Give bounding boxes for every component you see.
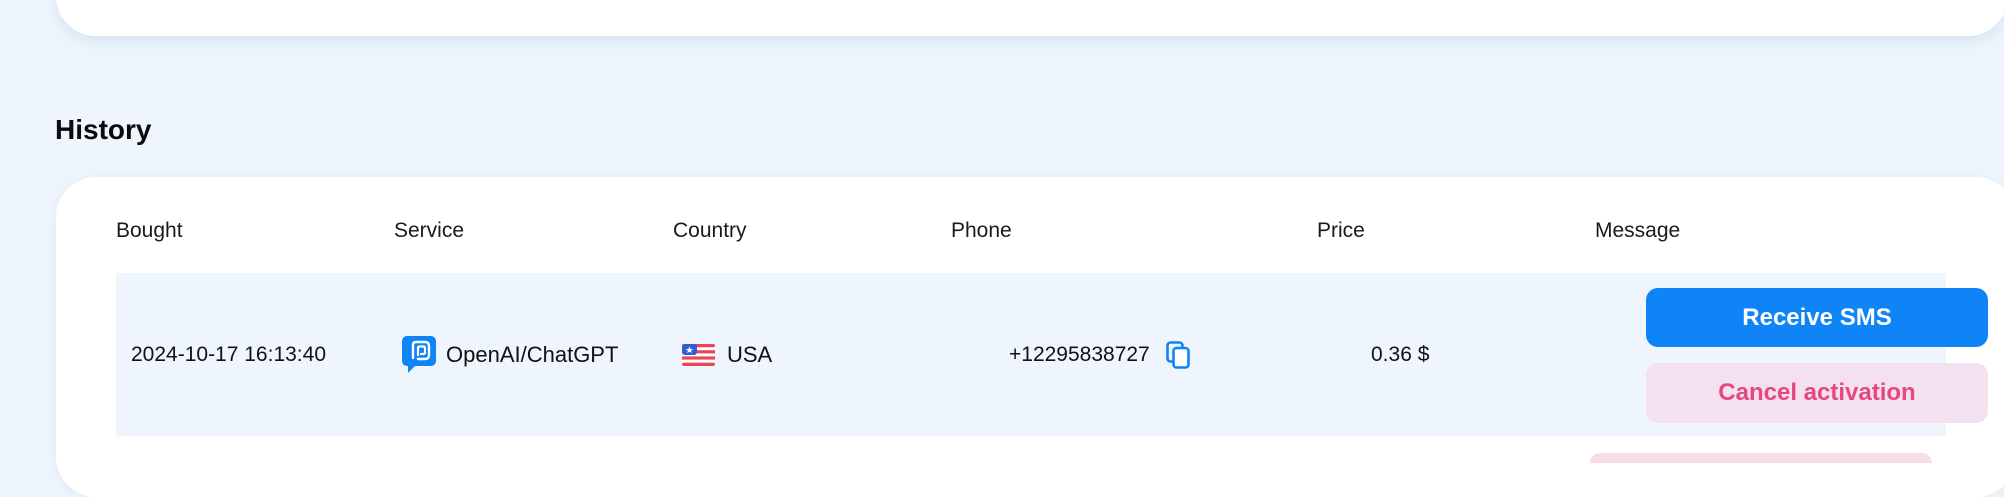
- country-name: USA: [727, 341, 773, 367]
- country-cell: USA: [682, 273, 772, 436]
- phone-cell: +12295838727: [1009, 273, 1190, 436]
- copy-icon[interactable]: [1165, 340, 1190, 369]
- service-name: OpenAI/ChatGPT: [446, 341, 619, 367]
- column-header-message: Message: [1595, 219, 1681, 242]
- bought-cell: 2024-10-17 16:13:40: [131, 273, 326, 436]
- column-header-bought: Bought: [116, 219, 183, 242]
- table-row: 2024-10-17 16:13:40 OpenAI/ChatGPT USA +…: [116, 273, 1988, 436]
- price-value: 0.36 $: [1371, 342, 1430, 366]
- phone-number: +12295838727: [1009, 342, 1150, 366]
- top-card: [56, 0, 2004, 36]
- column-header-service: Service: [394, 219, 465, 242]
- next-row-button-partial[interactable]: [1590, 453, 1932, 463]
- receive-sms-button[interactable]: Receive SMS: [1646, 288, 1988, 347]
- usa-flag-icon: [682, 343, 715, 366]
- openai-chatgpt-icon: [402, 335, 436, 374]
- service-cell: OpenAI/ChatGPT: [402, 273, 618, 436]
- cancel-activation-button[interactable]: Cancel activation: [1646, 363, 1988, 423]
- column-header-price: Price: [1317, 219, 1365, 242]
- history-card: Bought Service Country Phone Price Messa…: [56, 177, 2004, 497]
- history-table-header: Bought Service Country Phone Price Messa…: [56, 177, 2004, 273]
- history-title: History: [55, 114, 152, 145]
- column-header-phone: Phone: [951, 219, 1012, 242]
- price-cell: 0.36 $: [1371, 273, 1429, 436]
- column-header-country: Country: [673, 219, 747, 242]
- bought-datetime: 2024-10-17 16:13:40: [131, 342, 326, 366]
